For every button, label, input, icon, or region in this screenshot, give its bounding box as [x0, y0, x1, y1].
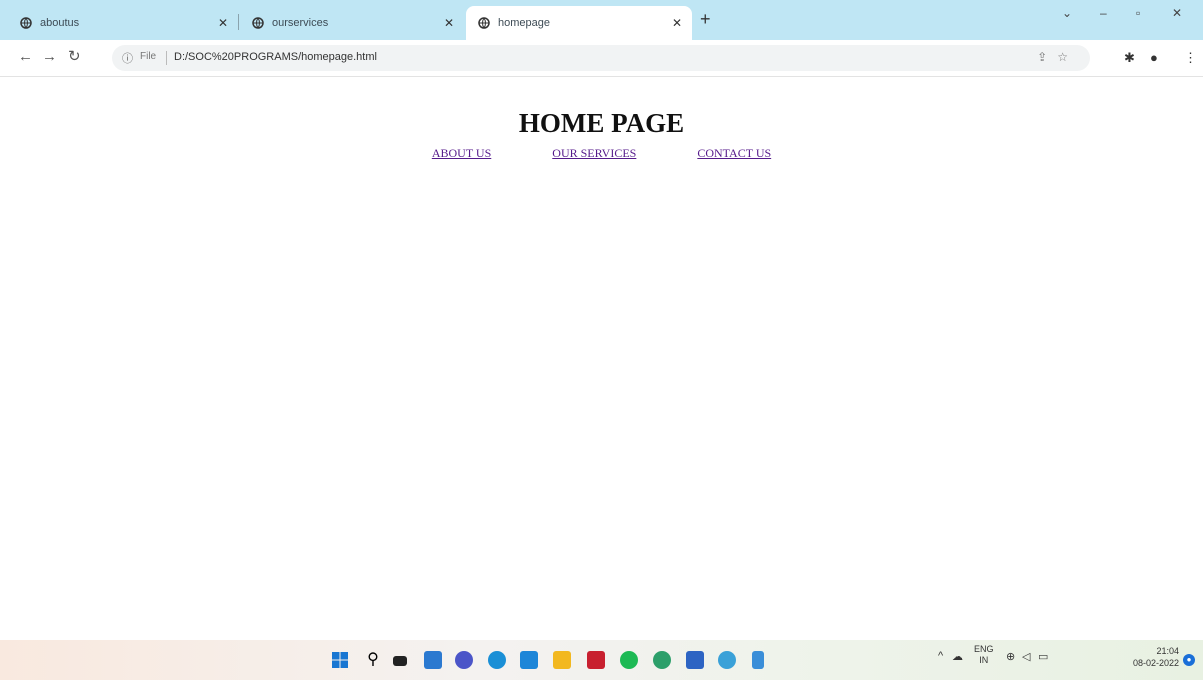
close-icon[interactable]: ✕ [218, 16, 228, 30]
scheme-label: File [140, 51, 157, 62]
tab-label: homepage [498, 17, 550, 29]
page-nav-links: ABOUT US OUR SERVICES CONTACT US [0, 146, 1203, 161]
windows-start-icon[interactable] [331, 651, 349, 669]
browser-toolbar: ← → ↻ ⓘ File D:/SOC%20PROGRAMS/homepage.… [0, 40, 1203, 77]
close-icon[interactable]: ✕ [672, 16, 682, 30]
link-contact-us[interactable]: CONTACT US [697, 146, 771, 160]
cloud-icon[interactable]: ☁ [952, 650, 963, 663]
bookmark-star-icon[interactable]: ☆ [1057, 50, 1078, 64]
chrome-app-icon[interactable] [718, 651, 736, 669]
page-title: HOME PAGE [518, 108, 685, 138]
notepad-icon[interactable] [752, 651, 764, 669]
globe-icon [252, 17, 264, 29]
address-bar[interactable]: ⓘ File D:/SOC%20PROGRAMS/homepage.html ⇪… [112, 45, 1090, 71]
spotify-icon[interactable] [620, 651, 638, 669]
notification-badge[interactable]: ● [1183, 654, 1195, 666]
kebab-menu-icon[interactable]: ⋮ [1184, 50, 1197, 66]
store-icon[interactable] [520, 651, 538, 669]
battery-icon[interactable]: ▭ [1038, 650, 1048, 663]
reload-icon[interactable]: ↻ [68, 49, 81, 64]
new-tab-button[interactable]: + [700, 10, 711, 28]
language-indicator[interactable]: ENG IN [974, 644, 994, 666]
language-code: ENG [974, 644, 994, 654]
url-text[interactable]: D:/SOC%20PROGRAMS/homepage.html [174, 51, 377, 63]
region-code: IN [979, 655, 989, 665]
widgets-icon[interactable] [424, 651, 442, 669]
globe-icon [478, 17, 490, 29]
word-icon[interactable] [686, 651, 704, 669]
profile-avatar-icon[interactable]: ● [1150, 50, 1158, 65]
clock[interactable]: 21:04 08-02-2022 [1133, 645, 1179, 669]
chat-icon[interactable] [455, 651, 473, 669]
close-window-button[interactable]: ✕ [1172, 6, 1182, 20]
link-our-services[interactable]: OUR SERVICES [552, 146, 636, 160]
link-about-us[interactable]: ABOUT US [432, 146, 491, 160]
task-view-icon[interactable] [393, 656, 407, 666]
mcafee-icon[interactable] [587, 651, 605, 669]
info-icon[interactable]: ⓘ [122, 50, 133, 66]
chevron-up-icon[interactable]: ^ [938, 650, 943, 662]
clock-time: 21:04 [1156, 646, 1179, 656]
volume-icon[interactable]: ◁ [1022, 650, 1030, 663]
divider [166, 51, 167, 65]
windows-taskbar: ⚲ ^ ☁ ENG IN ⊕ ◁ ▭ 21:04 08-02-2022 ● [0, 640, 1203, 680]
clock-date: 08-02-2022 [1132, 658, 1179, 668]
tab-label: aboutus [40, 17, 80, 29]
tab-label: ourservices [272, 17, 329, 29]
share-icon[interactable]: ⇪ [1037, 50, 1057, 64]
network-globe-icon[interactable]: ⊕ [1006, 650, 1015, 663]
file-explorer-icon[interactable] [553, 651, 571, 669]
extensions-puzzle-icon[interactable]: ✱ [1124, 50, 1135, 66]
maximize-button[interactable]: ▫ [1136, 6, 1140, 20]
chrome-icon[interactable] [653, 651, 671, 669]
browser-tab-strip: aboutus ✕ ourservices ✕ homepage ✕ + ⌄ –… [0, 0, 1203, 40]
tab-ourservices[interactable]: ourservices ✕ [232, 6, 464, 40]
minimize-button[interactable]: – [1100, 6, 1107, 20]
search-icon[interactable]: ⚲ [364, 651, 382, 669]
tab-aboutus[interactable]: aboutus ✕ [0, 6, 238, 40]
forward-arrow-icon[interactable]: → [42, 49, 57, 64]
back-arrow-icon[interactable]: ← [18, 49, 33, 64]
tab-search-chevron-icon[interactable]: ⌄ [1062, 6, 1072, 20]
edge-browser-icon[interactable] [488, 651, 506, 669]
tab-homepage[interactable]: homepage ✕ [466, 6, 692, 40]
close-icon[interactable]: ✕ [444, 16, 454, 30]
globe-icon [20, 17, 32, 29]
